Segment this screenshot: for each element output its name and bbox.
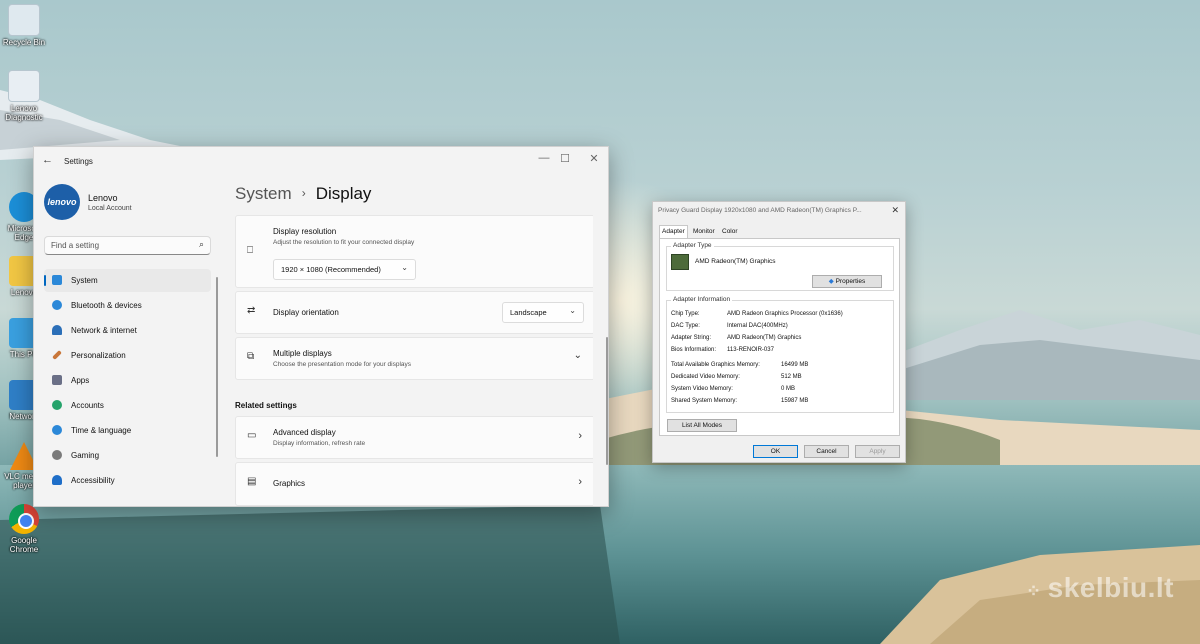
advanced-display-title: Advanced display (273, 428, 336, 437)
tab-color-management[interactable]: Color Management (720, 226, 762, 247)
sidebar-scrollbar[interactable] (216, 277, 218, 457)
profile-name: Lenovo (88, 193, 118, 203)
content-scrollbar[interactable] (606, 337, 608, 465)
lenovo-diagnostics-icon (8, 70, 40, 102)
search-icon: ⌕ (198, 239, 204, 249)
dialog-close-button[interactable]: ✕ (891, 205, 899, 216)
breadcrumb-separator-icon: › (301, 186, 306, 200)
sidebar-item-system[interactable]: System (44, 269, 211, 292)
sidebar-item-accessibility[interactable]: Accessibility (44, 469, 211, 492)
tab-adapter[interactable]: Adapter (659, 225, 688, 239)
accounts-icon (52, 400, 62, 410)
sidebar-nav: System Bluetooth & devices Network & int… (44, 269, 211, 494)
display-orientation-card: ⇄ Display orientation Landscape ⌄ (235, 291, 593, 334)
desktop-icon-chrome[interactable]: Google Chrome (2, 504, 46, 554)
sidebar-item-gaming[interactable]: Gaming (44, 444, 211, 467)
user-profile[interactable]: lenovo Lenovo Local Account (44, 184, 214, 222)
multiple-displays-subtitle: Choose the presentation mode for your di… (273, 361, 412, 368)
graphics-icon: ▤ (247, 476, 257, 487)
settings-titlebar[interactable]: ← Settings — ☐ ✕ (34, 147, 608, 175)
apply-button[interactable]: Apply (855, 445, 900, 458)
chevron-down-icon: ⌄ (401, 263, 408, 272)
display-resolution-card: ⎕ Display resolution Adjust the resoluti… (235, 215, 593, 288)
resolution-dropdown[interactable]: 1920 × 1080 (Recommended) ⌄ (273, 259, 416, 280)
accessibility-icon (52, 475, 62, 485)
avatar: lenovo (44, 184, 80, 220)
settings-content: ⎕ Display resolution Adjust the resoluti… (235, 215, 593, 506)
resolution-value: 1920 × 1080 (Recommended) (281, 265, 381, 274)
monitor-icon: ▭ (247, 430, 257, 441)
breadcrumb: System › Display (235, 184, 371, 204)
profile-account-type: Local Account (88, 205, 132, 212)
breadcrumb-parent[interactable]: System (235, 184, 292, 203)
adapter-name: AMD Radeon(TM) Graphics (695, 258, 776, 265)
graphics-title: Graphics (273, 479, 306, 488)
chevron-down-icon: ⌄ (573, 350, 582, 361)
settings-window-title: Settings (64, 157, 93, 166)
desktop-icon-lenovo-diagnostics[interactable]: Lenovo Diagnostic (2, 70, 46, 122)
ok-button[interactable]: OK (753, 445, 798, 458)
multiple-displays-title: Multiple displays (273, 349, 332, 358)
resolution-icon: ⎕ (247, 245, 253, 256)
sidebar-item-personalization[interactable]: Personalization (44, 344, 211, 367)
back-arrow-icon[interactable]: ← (42, 154, 53, 166)
adapter-info-legend: Adapter Information (671, 296, 733, 303)
sidebar-item-time-language[interactable]: Time & language (44, 419, 211, 442)
wifi-icon (52, 325, 62, 335)
adapter-info-group: Adapter Information Chip Type: AMD Radeon… (666, 296, 894, 413)
properties-button[interactable]: ◆ Properties (812, 275, 882, 288)
sidebar-item-accounts[interactable]: Accounts (44, 394, 211, 417)
graphics-card[interactable]: ▤ Graphics › (235, 462, 593, 506)
brush-icon (52, 350, 62, 360)
adapter-type-group: Adapter Type AMD Radeon(TM) Graphics ◆ P… (666, 242, 894, 291)
gaming-icon (52, 450, 62, 460)
watermark: ⁘ skelbiu.lt (1026, 572, 1174, 603)
search-placeholder: Find a setting (51, 241, 100, 250)
sidebar-item-bluetooth[interactable]: Bluetooth & devices (44, 294, 211, 317)
adapter-tab-page: Adapter Type AMD Radeon(TM) Graphics ◆ P… (659, 238, 900, 436)
dialog-title: Privacy Guard Display 1920x1080 and AMD … (658, 207, 862, 214)
system-icon (52, 275, 62, 285)
graphics-card-icon (671, 254, 689, 270)
apps-icon (52, 375, 62, 385)
watermark-dots-icon: ⁘ (1026, 581, 1042, 601)
desktop-icon-recycle-bin[interactable]: Recycle Bin (2, 4, 46, 47)
adapter-properties-dialog: Privacy Guard Display 1920x1080 and AMD … (652, 201, 906, 463)
advanced-display-card[interactable]: ▭ Advanced display Display information, … (235, 416, 593, 459)
chevron-right-icon: › (578, 476, 582, 488)
globe-icon (52, 425, 62, 435)
multiple-displays-card[interactable]: ⧉ Multiple displays Choose the presentat… (235, 337, 593, 380)
chevron-right-icon: › (578, 430, 582, 442)
display-resolution-subtitle: Adjust the resolution to fit your connec… (273, 239, 415, 246)
sidebar-item-network[interactable]: Network & internet (44, 319, 211, 342)
shield-icon: ◆ (828, 278, 834, 285)
cancel-button[interactable]: Cancel (804, 445, 849, 458)
page-title: Display (315, 184, 372, 203)
bluetooth-icon (52, 300, 62, 310)
related-settings-heading: Related settings (235, 401, 297, 410)
orientation-value: Landscape (510, 308, 547, 317)
adapter-type-legend: Adapter Type (671, 242, 714, 249)
multiple-displays-icon: ⧉ (247, 351, 255, 362)
advanced-display-subtitle: Display information, refresh rate (273, 440, 366, 447)
sidebar-item-apps[interactable]: Apps (44, 369, 211, 392)
active-indicator (44, 275, 46, 286)
chrome-icon (9, 504, 39, 534)
chevron-down-icon: ⌄ (569, 306, 576, 315)
search-input[interactable]: Find a setting ⌕ (44, 236, 211, 255)
orientation-icon: ⇄ (247, 305, 256, 316)
recycle-bin-icon (8, 4, 40, 36)
display-orientation-title: Display orientation (273, 308, 339, 317)
minimize-button[interactable]: — (534, 152, 554, 164)
list-all-modes-button[interactable]: List All Modes (667, 419, 737, 432)
maximize-button[interactable]: ☐ (555, 152, 575, 165)
tab-monitor[interactable]: Monitor (691, 226, 717, 238)
orientation-dropdown[interactable]: Landscape ⌄ (502, 302, 584, 323)
display-resolution-title: Display resolution (273, 227, 337, 236)
close-button[interactable]: ✕ (584, 152, 604, 165)
settings-window: ← Settings — ☐ ✕ lenovo Lenovo Local Acc… (33, 146, 609, 507)
